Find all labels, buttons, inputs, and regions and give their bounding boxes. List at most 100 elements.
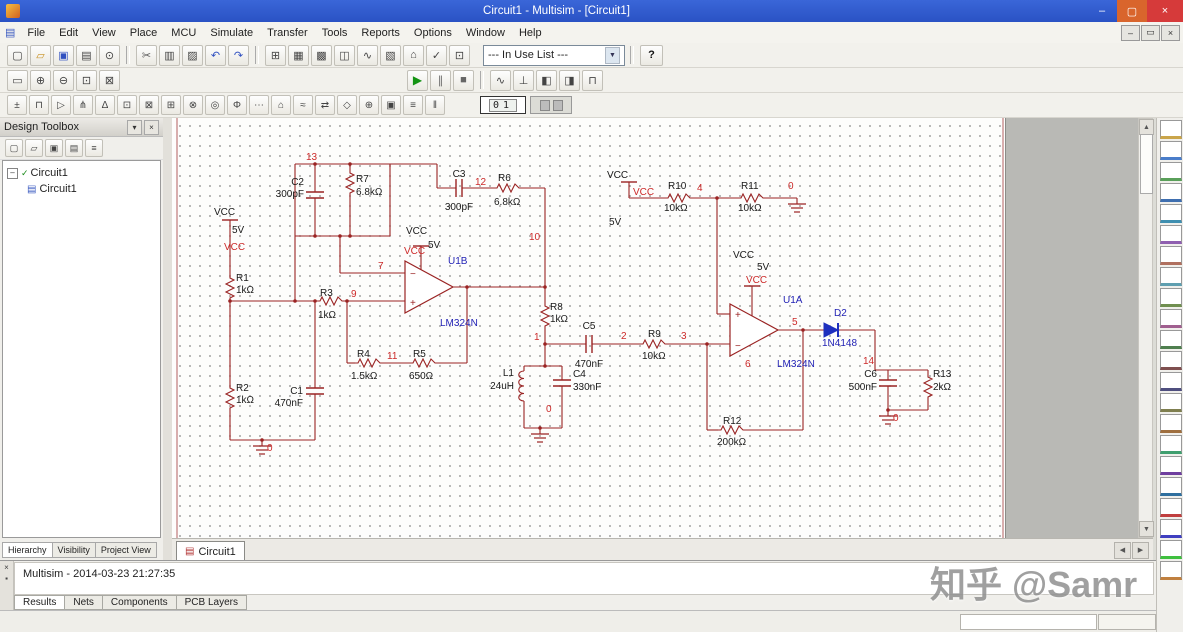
resistor-r11[interactable] (738, 194, 766, 202)
panel-pin-icon[interactable]: ▾ (127, 120, 142, 135)
toggle-design-toolbox-button[interactable]: ⊞ (265, 45, 286, 66)
postprocess-view-button[interactable]: ◧ (536, 70, 557, 91)
spreadsheet-close-icon[interactable]: × (4, 563, 9, 572)
tree-item-circuit1-page[interactable]: ▤ Circuit1 (3, 181, 160, 197)
open-document-button[interactable]: ▱ (25, 139, 43, 157)
diode-button[interactable]: ▷ (51, 95, 71, 115)
close-document-button[interactable]: ▤ (65, 139, 83, 157)
word-generator-icon[interactable] (1160, 267, 1182, 286)
close-button[interactable]: × (1147, 0, 1183, 22)
logic-converter-icon[interactable] (1160, 309, 1182, 328)
stop-simulation-button[interactable]: ■ (453, 70, 474, 91)
tab-scroll-left-icon[interactable]: ◀ (1114, 542, 1131, 559)
tab-visibility[interactable]: Visibility (52, 542, 96, 558)
current-probe-icon[interactable] (1160, 561, 1182, 580)
new-button[interactable]: ▢ (7, 45, 28, 66)
run-simulation-button[interactable]: ▶ (407, 70, 428, 91)
tree-item-circuit1-root[interactable]: – ✓ Circuit1 (3, 165, 160, 181)
save-document-button[interactable]: ▣ (45, 139, 63, 157)
measurement-probe-button[interactable]: ⊥ (513, 70, 534, 91)
resistor-r7[interactable] (346, 170, 354, 196)
zoom-fit-button[interactable]: ⊠ (99, 70, 120, 91)
power-component-button[interactable]: Φ (227, 95, 247, 115)
source-button[interactable]: ± (7, 95, 27, 115)
paste-button[interactable]: ▨ (182, 45, 203, 66)
misc-digital-button[interactable]: ⊞ (161, 95, 181, 115)
undo-button[interactable]: ↶ (205, 45, 226, 66)
connector-button[interactable]: ⊕ (359, 95, 379, 115)
tree-page-label[interactable]: Circuit1 (39, 183, 76, 195)
schematic-canvas[interactable]: −++−1312107911123405146000VCCVCCVCCVCCVC… (172, 118, 1138, 538)
resistor-r8[interactable] (541, 303, 549, 329)
zoom-area-button[interactable]: ⊡ (76, 70, 97, 91)
zoom-in-button[interactable]: ⊕ (30, 70, 51, 91)
basic-button[interactable]: ⊓ (29, 95, 49, 115)
logic-analyzer-icon[interactable] (1160, 288, 1182, 307)
network-analyzer-icon[interactable] (1160, 393, 1182, 412)
schematic-svg[interactable]: −++−1312107911123405146000VCCVCCVCCVCCVC… (172, 118, 1138, 538)
menu-view[interactable]: View (85, 22, 123, 43)
electromechanical-button[interactable]: ⇄ (315, 95, 335, 115)
mcu-module-button[interactable]: ▣ (381, 95, 401, 115)
menu-mcu[interactable]: MCU (164, 22, 203, 43)
inductor-l1[interactable] (519, 371, 524, 401)
indicator-button[interactable]: ◎ (205, 95, 225, 115)
tab-project-view[interactable]: Project View (95, 542, 157, 558)
function-generator-icon[interactable] (1160, 141, 1182, 160)
multimeter-icon[interactable] (1160, 120, 1182, 139)
menu-file[interactable]: File (20, 22, 52, 43)
tree-expander-icon[interactable]: – (7, 168, 18, 179)
simulation-log-button[interactable]: ◨ (559, 70, 580, 91)
scrollbar-thumb[interactable] (1140, 134, 1153, 194)
menu-help[interactable]: Help (512, 22, 549, 43)
menu-reports[interactable]: Reports (354, 22, 407, 43)
tab-components[interactable]: Components (102, 595, 177, 610)
resistor-r1[interactable] (226, 275, 234, 301)
mdi-restore-button[interactable]: ▭ (1141, 25, 1160, 41)
live-analysis-button[interactable]: ∿ (490, 70, 511, 91)
minimize-button[interactable]: – (1087, 0, 1117, 22)
mixed-button[interactable]: ⊗ (183, 95, 203, 115)
menu-simulate[interactable]: Simulate (203, 22, 260, 43)
electrical-rules-check-button[interactable]: ✓ (426, 45, 447, 66)
postprocessor-button[interactable]: ⌂ (403, 45, 424, 66)
copy-button[interactable]: ▥ (159, 45, 180, 66)
tab-circuit1[interactable]: ▤ Circuit1 (176, 541, 245, 561)
tab-pcb-layers[interactable]: PCB Layers (176, 595, 247, 610)
tab-nets[interactable]: Nets (64, 595, 103, 610)
database-manager-button[interactable]: ▩ (311, 45, 332, 66)
create-component-button[interactable]: ◫ (334, 45, 355, 66)
ttl-button[interactable]: ⊡ (117, 95, 137, 115)
scroll-down-icon[interactable]: ▼ (1139, 521, 1154, 537)
menu-window[interactable]: Window (459, 22, 512, 43)
maximize-button[interactable]: ▢ (1117, 0, 1147, 22)
capture-area-button[interactable]: ⊡ (449, 45, 470, 66)
print-button[interactable]: ▤ (76, 45, 97, 66)
diode-d2[interactable] (824, 323, 838, 337)
menu-transfer[interactable]: Transfer (260, 22, 315, 43)
menu-tools[interactable]: Tools (315, 22, 355, 43)
frequency-counter-icon[interactable] (1160, 246, 1182, 265)
cut-button[interactable]: ✂ (136, 45, 157, 66)
resistor-r13[interactable] (924, 374, 932, 400)
cmos-button[interactable]: ⊠ (139, 95, 159, 115)
bus-button[interactable]: ‖ (425, 95, 445, 115)
open-button[interactable]: ▱ (30, 45, 51, 66)
misc-button[interactable]: ⋯ (249, 95, 269, 115)
resistor-r9[interactable] (640, 340, 668, 348)
hierarchical-block-button[interactable]: ≡ (403, 95, 423, 115)
resistor-r4[interactable] (355, 359, 383, 367)
tab-hierarchy[interactable]: Hierarchy (2, 542, 53, 558)
mdi-minimize-button[interactable]: – (1121, 25, 1140, 41)
simulation-settings-button[interactable]: ⊓ (582, 70, 603, 91)
analog-button[interactable]: Δ (95, 95, 115, 115)
measurement-probe-icon[interactable] (1160, 498, 1182, 517)
advanced-peripherals-button[interactable]: ⌂ (271, 95, 291, 115)
in-use-list-dropdown[interactable]: --- In Use List --- ▼ (483, 45, 625, 66)
menu-place[interactable]: Place (123, 22, 165, 43)
spectrum-analyzer-icon[interactable] (1160, 372, 1182, 391)
pause-simulation-button[interactable]: ∥ (430, 70, 451, 91)
spreadsheet-pin-icon[interactable]: ▪ (5, 574, 8, 583)
scroll-up-icon[interactable]: ▲ (1139, 119, 1154, 135)
resistor-r10[interactable] (665, 194, 693, 202)
